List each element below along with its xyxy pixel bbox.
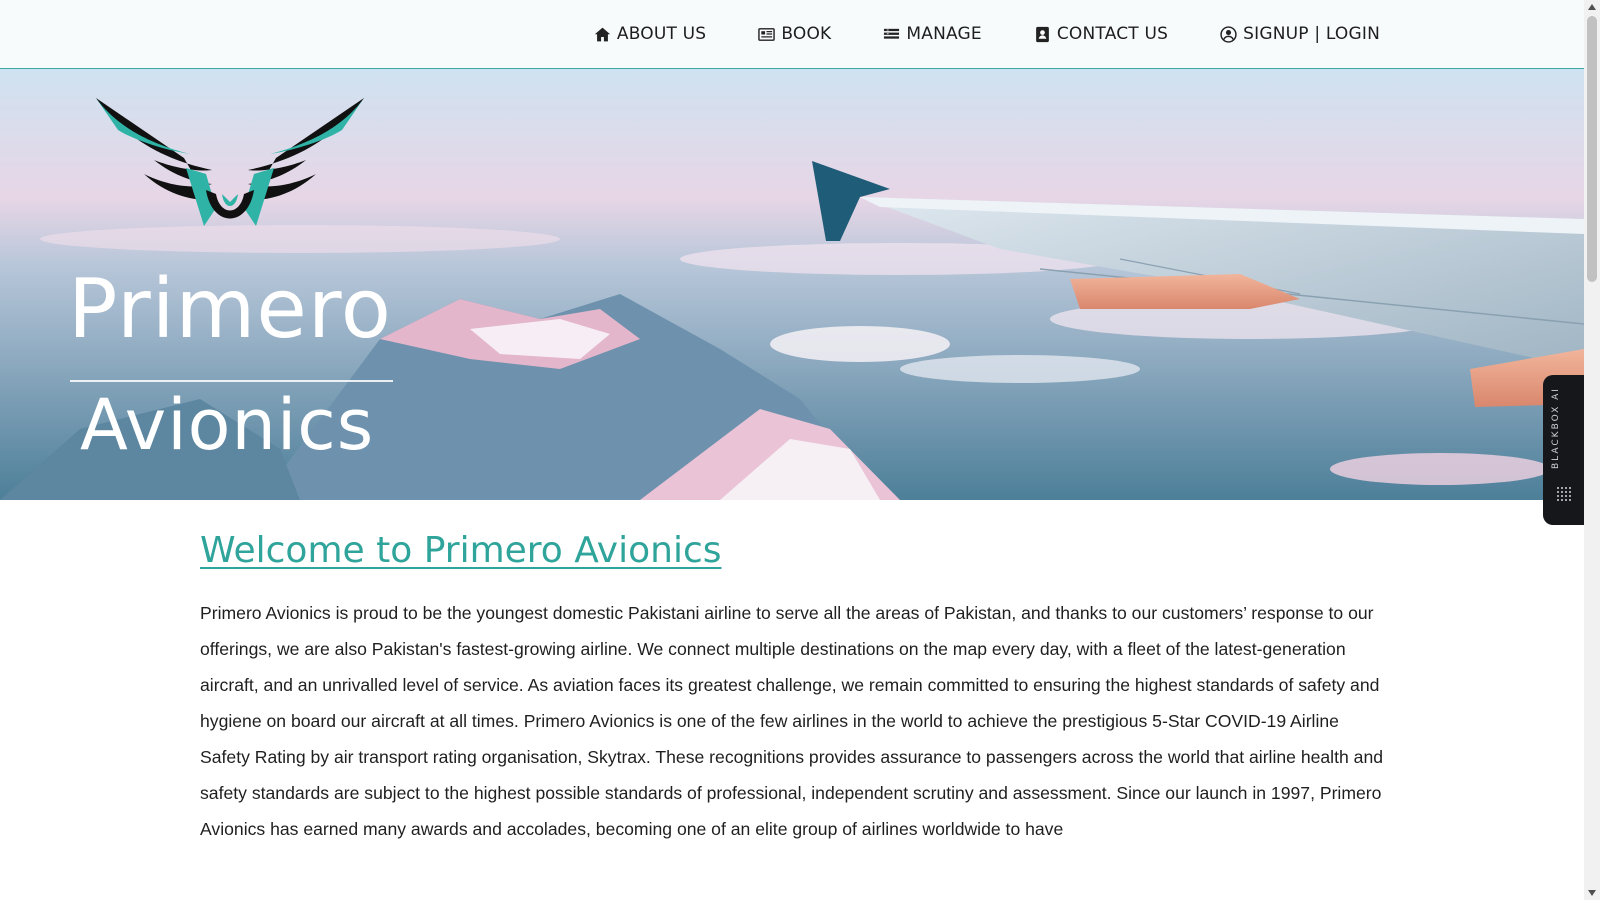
scroll-down-button[interactable]	[1584, 886, 1600, 900]
nav-signup-login-label: SIGNUP | LOGIN	[1243, 24, 1380, 44]
contact-card-icon	[1035, 26, 1049, 42]
intro-paragraph: Primero Avionics is proud to be the youn…	[200, 603, 1384, 839]
dot-grid-icon	[1557, 487, 1571, 501]
welcome-heading-link[interactable]: Welcome to Primero Avionics	[200, 530, 722, 571]
blackbox-ai-label: BLACKBOX AI	[1551, 387, 1561, 469]
nav-manage-label: MANAGE	[906, 24, 982, 44]
nav-about-us-label: ABOUT US	[616, 24, 707, 44]
scroll-down-arrow-icon	[1588, 890, 1596, 896]
scroll-up-button[interactable]	[1584, 0, 1600, 14]
nav-about-us[interactable]: ABOUT US	[594, 24, 706, 44]
blackbox-ai-widget[interactable]: BLACKBOX AI	[1543, 375, 1584, 525]
hero-subtitle: Avionics	[80, 384, 375, 466]
nav-contact-us-label: CONTACT US	[1056, 24, 1169, 44]
top-navbar: ABOUT US BOOK MANAGE CONTACT US SIGNUP |…	[0, 0, 1584, 69]
vertical-scrollbar[interactable]	[1584, 0, 1600, 900]
nav-book-label: BOOK	[781, 24, 832, 44]
scroll-up-arrow-icon	[1588, 4, 1596, 10]
nav-contact-us[interactable]: CONTACT US	[1034, 24, 1168, 44]
hero-title: Primero	[68, 262, 392, 357]
newspaper-icon	[758, 27, 776, 41]
scroll-thumb[interactable]	[1587, 16, 1597, 282]
nav-signup-login[interactable]: SIGNUP | LOGIN	[1220, 24, 1380, 44]
main-content: Welcome to Primero Avionics Primero Avio…	[200, 530, 1390, 847]
hero-divider	[70, 380, 393, 382]
wings-logo	[96, 98, 364, 226]
nav-book[interactable]: BOOK	[758, 24, 831, 44]
nav-manage[interactable]: MANAGE	[883, 24, 982, 44]
hero-banner: Primero Avionics	[0, 69, 1584, 500]
user-circle-icon	[1220, 25, 1237, 43]
main-nav: ABOUT US BOOK MANAGE CONTACT US SIGNUP |…	[594, 0, 1380, 68]
list-icon	[884, 28, 900, 39]
home-icon	[594, 27, 611, 41]
